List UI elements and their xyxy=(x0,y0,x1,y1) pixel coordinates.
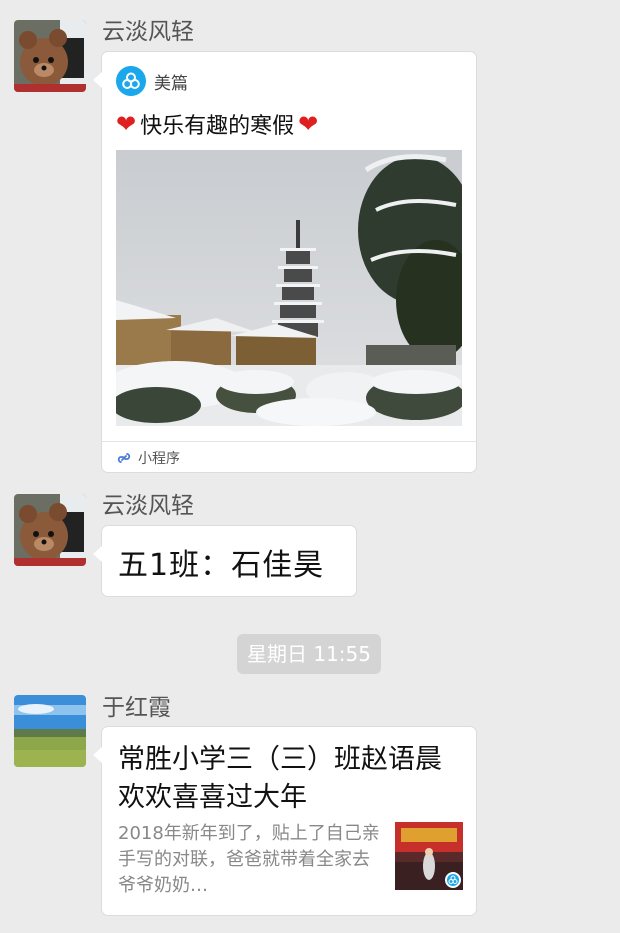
teddy-bear-avatar-icon xyxy=(14,494,86,566)
sender-name: 云淡风轻 xyxy=(102,493,194,519)
avatar-yuhongxia[interactable] xyxy=(14,695,86,767)
article-card[interactable]: 常胜小学三（三）班赵语晨欢欢喜喜过大年 2018年新年到了，贴上了自己亲手写的对… xyxy=(93,727,476,915)
mini-program-name: 美篇 xyxy=(154,73,188,94)
teddy-bear-avatar-icon xyxy=(14,20,86,92)
mini-program-link-icon xyxy=(117,453,131,463)
heart-icon: ❤ xyxy=(116,110,137,138)
mini-program-title-text: 快乐有趣的寒假 xyxy=(140,114,295,139)
sender-name: 云淡风轻 xyxy=(102,19,194,45)
mini-program-header: 美篇 xyxy=(116,66,188,96)
article-description: 2018年新年到了，贴上了自己亲手写的对联，爸爸就带着全家去爷爷奶奶… xyxy=(118,823,380,896)
grassland-avatar-icon xyxy=(14,695,86,767)
new-year-stage-photo xyxy=(395,822,463,890)
mini-program-title: ❤ 快乐有趣的寒假 ❤ xyxy=(116,108,318,140)
avatar-yundanfengqing[interactable] xyxy=(14,494,86,566)
mini-program-footer: 小程序 xyxy=(116,448,180,468)
article-thumbnail xyxy=(395,822,463,890)
message-text: 五1班：石佳昊 xyxy=(118,548,325,583)
mini-program-card[interactable]: 美篇 ❤ 快乐有趣的寒假 ❤ 小程序 xyxy=(93,52,476,472)
meipian-logo-icon xyxy=(116,66,146,96)
snow-pagoda-photo xyxy=(116,150,462,426)
text-message-bubble[interactable]: 五1班：石佳昊 xyxy=(93,526,356,596)
time-stamp: 星期日 11:55 xyxy=(237,634,381,674)
mini-program-label: 小程序 xyxy=(138,451,180,467)
avatar-yundanfengqing[interactable] xyxy=(14,20,86,92)
heart-icon: ❤ xyxy=(298,110,319,138)
sender-name: 于红霞 xyxy=(102,695,171,721)
article-title: 常胜小学三（三）班赵语晨欢欢喜喜过大年 xyxy=(118,744,442,813)
card-divider xyxy=(102,441,476,442)
